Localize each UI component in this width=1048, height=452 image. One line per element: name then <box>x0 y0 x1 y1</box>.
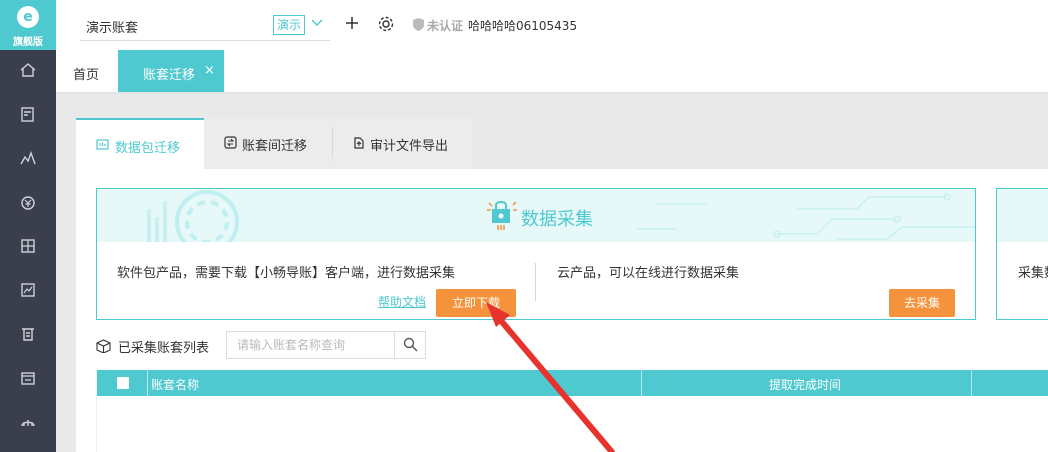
help-doc-link[interactable]: 帮助文档 <box>378 293 426 310</box>
sidebar-item-chart[interactable] <box>0 137 56 181</box>
package-icon <box>96 139 109 150</box>
account-search-input[interactable] <box>227 332 393 358</box>
sidebar: e 旗舰版 <box>0 0 56 452</box>
tools-icon <box>21 420 35 427</box>
sidebar-item-tools[interactable] <box>0 401 56 445</box>
subtab-between-accounts[interactable]: 账套间迁移 <box>204 118 332 169</box>
subtab-audit-export[interactable]: 审计文件导出 <box>333 118 473 169</box>
secondary-card-text: 采集数据 <box>1018 266 1048 281</box>
sidebar-item-voucher[interactable] <box>0 93 56 137</box>
swap-icon <box>224 136 237 149</box>
data-collect-icon <box>487 201 517 230</box>
subtab-label: 数据包迁移 <box>115 141 181 156</box>
chart-icon <box>20 150 36 165</box>
tab-account-migration[interactable]: 账套迁移 × <box>118 50 224 92</box>
money-icon <box>21 196 35 210</box>
subtab-label: 账套间迁移 <box>242 139 308 154</box>
demo-badge: 演示 <box>273 15 306 35</box>
subtab-label: 审计文件导出 <box>370 139 449 154</box>
report-icon <box>21 283 35 297</box>
close-icon[interactable]: × <box>204 63 215 78</box>
subtab-data-package[interactable]: 数据包迁移 <box>76 118 204 169</box>
logo-text: 旗舰版 <box>13 37 43 48</box>
add-icon[interactable] <box>344 15 360 31</box>
app-logo[interactable]: e 旗舰版 <box>0 0 56 50</box>
cloud-product-desc: 云产品，可以在线进行数据采集 <box>557 266 740 281</box>
page-tabs: 首页 账套迁移 × <box>56 50 1048 94</box>
home-icon <box>20 63 36 77</box>
search-icon <box>403 337 418 352</box>
download-now-button[interactable]: 立即下载 <box>436 289 516 317</box>
cert-status[interactable]: 未认证 <box>427 17 463 34</box>
tax-icon <box>22 328 34 341</box>
card-title: 数据采集 <box>521 209 593 230</box>
data-collection-card: 数据采集 软件包产品，需要下载【小畅导账】客户端，进行数据采集 帮助文档 立即下… <box>96 188 976 320</box>
collected-accounts-title: 已采集账套列表 <box>118 341 210 356</box>
sidebar-item-tax[interactable] <box>0 313 56 357</box>
invoice-icon <box>21 372 35 385</box>
column-header-complete-time: 提取完成时间 <box>769 378 842 392</box>
ledger-icon <box>21 239 35 253</box>
sidebar-item-money[interactable] <box>0 181 56 225</box>
card-divider <box>535 263 536 301</box>
content-panel: 数据包迁移 账套间迁移 审计文件导出 数据采集 软件包产品，需要下载【小畅导账】… <box>76 118 1048 452</box>
software-product-desc: 软件包产品，需要下载【小畅导账】客户端，进行数据采集 <box>117 266 456 281</box>
account-selector[interactable]: 演示账套 <box>86 17 138 36</box>
subtab-bar: 数据包迁移 账套间迁移 审计文件导出 <box>76 118 1048 169</box>
search-button[interactable] <box>394 332 425 358</box>
table-header: 账套名称 提取完成时间 <box>97 370 1048 396</box>
go-collect-button[interactable]: 去采集 <box>889 289 955 317</box>
account-search <box>226 331 426 359</box>
chevron-down-icon[interactable] <box>310 15 324 29</box>
top-header: 演示账套 演示 未认证 哈哈哈哈06105435 <box>56 0 1048 50</box>
sidebar-item-home[interactable] <box>0 49 56 93</box>
shield-icon <box>413 18 424 31</box>
secondary-card-header <box>997 189 1048 242</box>
user-name[interactable]: 哈哈哈哈06105435 <box>468 17 577 34</box>
column-divider <box>147 370 148 396</box>
sidebar-item-report[interactable] <box>0 269 56 313</box>
sidebar-item-ledger[interactable] <box>0 225 56 269</box>
account-underline <box>80 40 330 41</box>
voucher-icon <box>21 107 34 122</box>
logo-mark-icon: e <box>17 6 39 28</box>
column-divider <box>971 370 972 396</box>
card-header: 数据采集 <box>97 189 975 242</box>
secondary-card: 采集数据 <box>996 188 1048 320</box>
column-header-account-name: 账套名称 <box>151 378 200 392</box>
sidebar-item-invoice[interactable] <box>0 357 56 401</box>
box-icon <box>96 339 111 353</box>
tab-home[interactable]: 首页 <box>73 64 99 83</box>
column-divider <box>641 370 642 396</box>
tab-label: 账套迁移 <box>143 68 196 83</box>
export-icon <box>354 137 364 149</box>
select-all-checkbox[interactable] <box>117 377 129 389</box>
collected-accounts-table: 账套名称 提取完成时间 <box>96 370 1048 452</box>
gear-icon[interactable] <box>377 15 395 33</box>
